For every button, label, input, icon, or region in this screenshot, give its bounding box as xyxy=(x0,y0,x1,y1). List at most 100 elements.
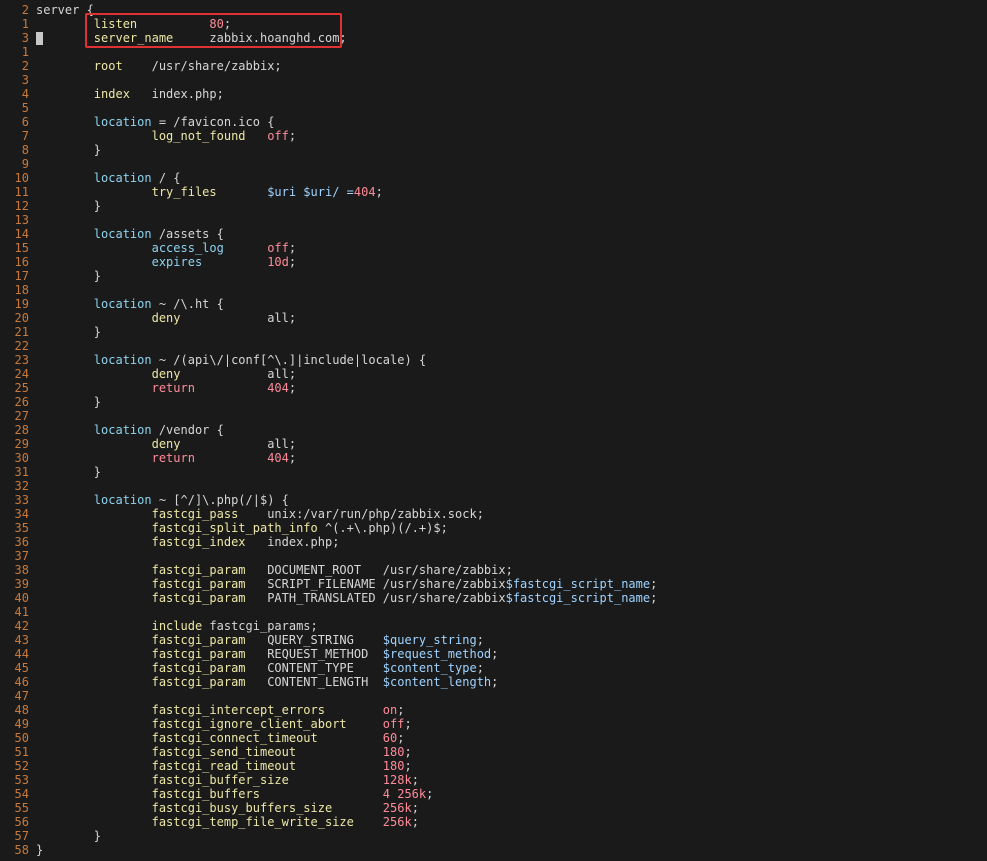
code-line[interactable]: 25 return 404; xyxy=(0,381,987,395)
line-number: 54 xyxy=(14,787,29,801)
code-line[interactable]: 49 fastcgi_ignore_client_abort off; xyxy=(0,717,987,731)
code-line[interactable]: 5 xyxy=(0,101,987,115)
code-line[interactable]: 20 deny all; xyxy=(0,311,987,325)
code-token: } xyxy=(36,465,102,479)
code-token: ; xyxy=(288,241,297,255)
line-text: location /assets { xyxy=(36,227,224,241)
code-token: return xyxy=(36,451,268,465)
line-number: 11 xyxy=(14,185,29,199)
line-number: 14 xyxy=(14,227,29,241)
code-token: ; xyxy=(650,577,658,591)
code-token: fastcgi_index xyxy=(36,535,268,549)
code-token: REQUEST_METHOD xyxy=(267,647,383,661)
code-token: SCRIPT_FILENAME /usr/share/zabbix xyxy=(267,577,506,591)
line-text: try_files $uri $uri/ =404; xyxy=(36,185,383,199)
code-line[interactable]: 4 index index.php; xyxy=(0,87,987,101)
code-line[interactable]: 54 fastcgi_buffers 4 256k; xyxy=(0,787,987,801)
code-line[interactable]: 22 xyxy=(0,339,987,353)
code-token: } xyxy=(36,843,44,857)
code-line[interactable]: 34 fastcgi_pass unix:/var/run/php/zabbix… xyxy=(0,507,987,521)
code-line[interactable]: 11 try_files $uri $uri/ =404; xyxy=(0,185,987,199)
code-line[interactable]: 58} xyxy=(0,843,987,857)
code-token: on xyxy=(382,703,398,717)
code-line[interactable]: 10 location / { xyxy=(0,171,987,185)
code-token: CONTENT_TYPE xyxy=(267,661,383,675)
code-line[interactable]: 31 } xyxy=(0,465,987,479)
code-line[interactable]: 32 xyxy=(0,479,987,493)
line-number: 19 xyxy=(14,297,29,311)
terminal-editor[interactable]: 2 server {1 listen 80; 3 server_name zabbi… xyxy=(0,0,987,861)
line-number: 17 xyxy=(14,269,29,283)
code-line[interactable]: 9 xyxy=(0,157,987,171)
line-number: 8 xyxy=(21,143,29,157)
line-number: 9 xyxy=(21,157,29,171)
code-line[interactable]: 55 fastcgi_busy_buffers_size 256k; xyxy=(0,801,987,815)
code-line[interactable]: 53 fastcgi_buffer_size 128k; xyxy=(0,773,987,787)
code-line[interactable]: 2 root /usr/share/zabbix; xyxy=(0,59,987,73)
code-line[interactable]: 28 location /vendor { xyxy=(0,423,987,437)
code-line[interactable]: 35 fastcgi_split_path_info ^(.+\.php)(/.… xyxy=(0,521,987,535)
code-line[interactable]: 15 access_log off; xyxy=(0,241,987,255)
code-line[interactable]: 29 deny all; xyxy=(0,437,987,451)
code-line[interactable]: 43 fastcgi_param QUERY_STRING $query_str… xyxy=(0,633,987,647)
code-line[interactable]: 41 xyxy=(0,605,987,619)
code-token: 4 256k xyxy=(382,787,427,801)
code-line[interactable]: 57 } xyxy=(0,829,987,843)
code-line[interactable]: 33 location ~ [^/]\.php(/|$) { xyxy=(0,493,987,507)
code-line[interactable]: 3 xyxy=(0,73,987,87)
line-number: 40 xyxy=(14,591,29,605)
line-text: } xyxy=(36,843,43,857)
code-line[interactable]: 46 fastcgi_param CONTENT_LENGTH $content… xyxy=(0,675,987,689)
code-line[interactable]: 23 location ~ /(api\/|conf[^\.]|include|… xyxy=(0,353,987,367)
code-token: fastcgi_param xyxy=(36,591,268,605)
code-line[interactable]: 6 location = /favicon.ico { xyxy=(0,115,987,129)
code-line[interactable]: 27 xyxy=(0,409,987,423)
code-line[interactable]: 36 fastcgi_index index.php; xyxy=(0,535,987,549)
code-line[interactable]: 26 } xyxy=(0,395,987,409)
line-number: 34 xyxy=(14,507,29,521)
line-number: 26 xyxy=(14,395,29,409)
line-text: fastcgi_buffer_size 128k; xyxy=(36,773,419,787)
line-text: } xyxy=(36,395,101,409)
code-line[interactable]: 8 } xyxy=(0,143,987,157)
code-token: fastcgi_params; xyxy=(209,619,318,633)
line-number: 50 xyxy=(14,731,29,745)
code-line[interactable]: 51 fastcgi_send_timeout 180; xyxy=(0,745,987,759)
code-line[interactable]: 47 xyxy=(0,689,987,703)
line-text: fastcgi_send_timeout 180; xyxy=(36,745,412,759)
code-line[interactable]: 14 location /assets { xyxy=(0,227,987,241)
code-token: $fastcgi_script_name xyxy=(505,577,651,591)
code-line[interactable]: 24 deny all; xyxy=(0,367,987,381)
code-line[interactable]: 50 fastcgi_connect_timeout 60; xyxy=(0,731,987,745)
code-line[interactable]: 39 fastcgi_param SCRIPT_FILENAME /usr/sh… xyxy=(0,577,987,591)
line-text: expires 10d; xyxy=(36,255,297,269)
code-line[interactable]: 40 fastcgi_param PATH_TRANSLATED /usr/sh… xyxy=(0,591,987,605)
line-number: 42 xyxy=(14,619,29,633)
code-token: / { xyxy=(158,171,181,185)
code-line[interactable]: 30 return 404; xyxy=(0,451,987,465)
line-number: 56 xyxy=(14,815,29,829)
code-line[interactable]: 12 } xyxy=(0,199,987,213)
code-line[interactable]: 42 include fastcgi_params; xyxy=(0,619,987,633)
code-line[interactable]: 52 fastcgi_read_timeout 180; xyxy=(0,759,987,773)
code-line[interactable]: 17 } xyxy=(0,269,987,283)
line-number: 44 xyxy=(14,647,29,661)
code-line[interactable]: 37 xyxy=(0,549,987,563)
code-line[interactable]: 18 xyxy=(0,283,987,297)
code-token: } xyxy=(36,269,102,283)
line-number: 48 xyxy=(14,703,29,717)
code-line[interactable]: 45 fastcgi_param CONTENT_TYPE $content_t… xyxy=(0,661,987,675)
code-token: try_files xyxy=(36,185,268,199)
code-line[interactable]: 21 } xyxy=(0,325,987,339)
code-line[interactable]: 48 fastcgi_intercept_errors on; xyxy=(0,703,987,717)
code-token: ; xyxy=(288,451,297,465)
code-line[interactable]: 56 fastcgi_temp_file_write_size 256k; xyxy=(0,815,987,829)
code-line[interactable]: 44 fastcgi_param REQUEST_METHOD $request… xyxy=(0,647,987,661)
line-number: 32 xyxy=(14,479,29,493)
code-token: CONTENT_LENGTH xyxy=(267,675,383,689)
code-line[interactable]: 7 log_not_found off; xyxy=(0,129,987,143)
code-line[interactable]: 38 fastcgi_param DOCUMENT_ROOT /usr/shar… xyxy=(0,563,987,577)
code-line[interactable]: 19 location ~ /\.ht { xyxy=(0,297,987,311)
code-line[interactable]: 16 expires 10d; xyxy=(0,255,987,269)
code-line[interactable]: 13 xyxy=(0,213,987,227)
